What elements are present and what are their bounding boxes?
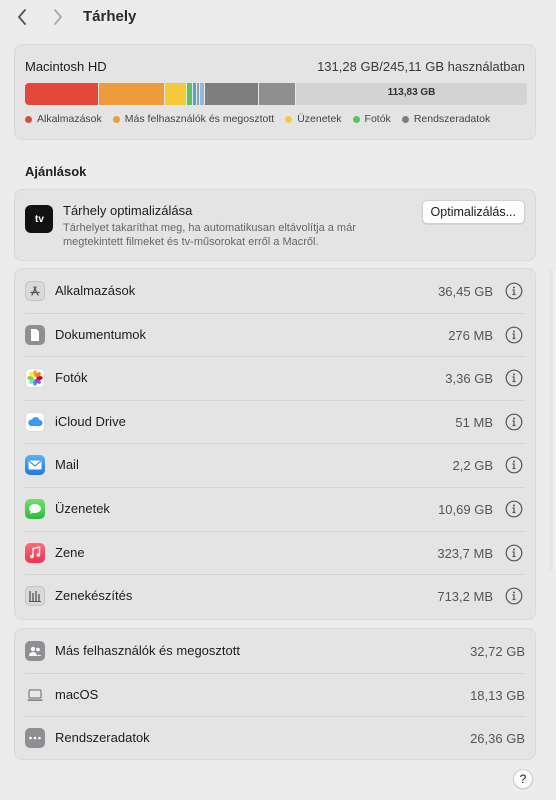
info-icon[interactable] <box>505 544 523 562</box>
forward-button[interactable] <box>48 6 68 28</box>
category-size: 713,2 MB <box>437 589 493 605</box>
storage-legend: Alkalmazások Más felhasználók és megoszt… <box>25 113 490 125</box>
chevron-right-icon <box>54 9 62 25</box>
photos-icon <box>25 368 45 389</box>
messages-icon <box>25 498 45 519</box>
info-icon[interactable] <box>505 500 523 518</box>
info-icon[interactable] <box>505 587 523 605</box>
category-row-messages[interactable]: Üzenetek 10,69 GB <box>15 486 535 531</box>
category-label: Fotók <box>55 370 88 386</box>
recommendation-card: tv Tárhely optimalizálása Tárhelyet taka… <box>14 189 536 261</box>
category-label: Mail <box>55 457 79 473</box>
music-icon <box>25 542 45 563</box>
bar-segment-messages[interactable] <box>164 83 186 105</box>
category-label: Alkalmazások <box>55 283 136 298</box>
users-icon <box>25 641 45 661</box>
category-size: 10,69 GB <box>438 501 493 517</box>
category-row-photos[interactable]: Fotók 3,36 GB <box>15 356 535 400</box>
system-label: Más felhasználók és megosztott <box>55 643 240 658</box>
category-label: Dokumentumok <box>55 326 147 342</box>
document-icon <box>25 324 45 345</box>
info-icon[interactable] <box>505 369 523 387</box>
legend-label: Üzenetek <box>297 113 342 125</box>
disk-name: Macintosh HD <box>25 59 107 74</box>
category-size: 36,45 GB <box>438 284 493 299</box>
system-label: Rendszeradatok <box>55 730 150 746</box>
apple-tv-icon: tv <box>25 205 53 233</box>
system-list: Más felhasználók és megosztott 32,72 GB … <box>14 628 536 760</box>
legend-item-photos: Fotók <box>352 113 391 125</box>
app-store-icon <box>25 281 45 301</box>
legend-item-messages: Üzenetek <box>285 113 342 125</box>
system-row-system-data[interactable]: Rendszeradatok 26,36 GB <box>15 716 535 760</box>
info-icon[interactable] <box>505 326 523 344</box>
category-label: Zene <box>55 544 85 560</box>
system-label: macOS <box>55 686 99 702</box>
category-size: 276 MB <box>448 327 493 343</box>
category-label: Zenekészítés <box>55 588 133 604</box>
legend-item-system-data: Rendszeradatok <box>401 113 491 125</box>
category-size: 323,7 MB <box>437 545 493 561</box>
category-row-music-creation[interactable]: Zenekészítés 713,2 MB <box>15 574 535 618</box>
tv-icon-text: tv <box>35 213 44 225</box>
storage-bar: 113,83 GB <box>25 83 527 105</box>
music-creation-icon <box>25 586 45 607</box>
back-button[interactable] <box>12 6 32 28</box>
recommendations-heading: Ajánlások <box>25 164 87 179</box>
disk-usage: 131,28 GB/245,11 GB használatban <box>317 59 525 74</box>
system-size: 26,36 GB <box>470 731 525 747</box>
legend-item-apps: Alkalmazások <box>25 113 102 125</box>
legend-dot <box>25 115 32 123</box>
icloud-icon <box>25 411 45 432</box>
bar-segment-apps[interactable] <box>25 83 98 105</box>
legend-label: Fotók <box>364 113 391 125</box>
free-space-label: 113,83 GB <box>387 87 436 98</box>
category-row-mail[interactable]: Mail 2,2 GB <box>15 443 535 487</box>
legend-dot <box>352 115 360 123</box>
legend-item-other-users: Más felhasználók és megosztott <box>112 113 275 125</box>
legend-dot <box>285 115 293 123</box>
category-row-documents[interactable]: Dokumentumok 276 MB <box>15 312 535 357</box>
category-size: 2,2 GB <box>452 458 493 474</box>
category-list: Alkalmazások 36,45 GB Dokumentumok 276 M… <box>14 268 536 620</box>
category-row-apps[interactable]: Alkalmazások 36,45 GB <box>15 269 535 313</box>
bar-segment-free: 113,83 GB <box>295 83 527 105</box>
info-icon[interactable] <box>505 456 523 474</box>
system-size: 18,13 GB <box>470 687 525 703</box>
mail-icon <box>25 455 45 476</box>
category-size: 3,36 GB <box>445 371 493 387</box>
storage-card: Macintosh HD 131,28 GB/245,11 GB használ… <box>14 44 536 140</box>
bar-segment-other-users[interactable] <box>98 83 164 105</box>
scroll-edge <box>550 270 556 570</box>
bar-segment-system-1[interactable] <box>204 83 258 105</box>
bar-segment-system-2[interactable] <box>258 83 295 105</box>
laptop-icon <box>25 685 45 705</box>
legend-dot <box>112 115 120 123</box>
system-size: 32,72 GB <box>470 644 525 659</box>
chevron-left-icon <box>18 9 26 25</box>
legend-label: Rendszeradatok <box>413 113 491 125</box>
info-icon[interactable] <box>505 413 523 431</box>
optimize-button[interactable]: Optimalizálás... <box>421 200 525 224</box>
category-size: 51 MB <box>455 414 493 430</box>
window-title: Tárhely <box>83 8 137 25</box>
system-row-macos[interactable]: macOS 18,13 GB <box>15 672 535 717</box>
recommendation-title: Tárhely optimalizálása <box>63 203 193 218</box>
recommendation-description: Tárhelyet takaríthat meg, ha automatikus… <box>63 222 356 248</box>
category-label: iCloud Drive <box>55 413 126 429</box>
help-button[interactable]: ? <box>513 769 533 789</box>
info-icon[interactable] <box>505 282 523 300</box>
more-icon <box>25 728 45 749</box>
toolbar: Tárhely <box>0 0 556 36</box>
legend-dot <box>401 115 409 123</box>
system-row-other-users[interactable]: Más felhasználók és megosztott 32,72 GB <box>15 629 535 673</box>
legend-label: Alkalmazások <box>37 113 102 125</box>
category-row-music[interactable]: Zene 323,7 MB <box>15 530 535 575</box>
category-label: Üzenetek <box>55 500 110 516</box>
legend-label: Más felhasználók és megosztott <box>124 113 275 125</box>
category-row-icloud[interactable]: iCloud Drive 51 MB <box>15 399 535 444</box>
